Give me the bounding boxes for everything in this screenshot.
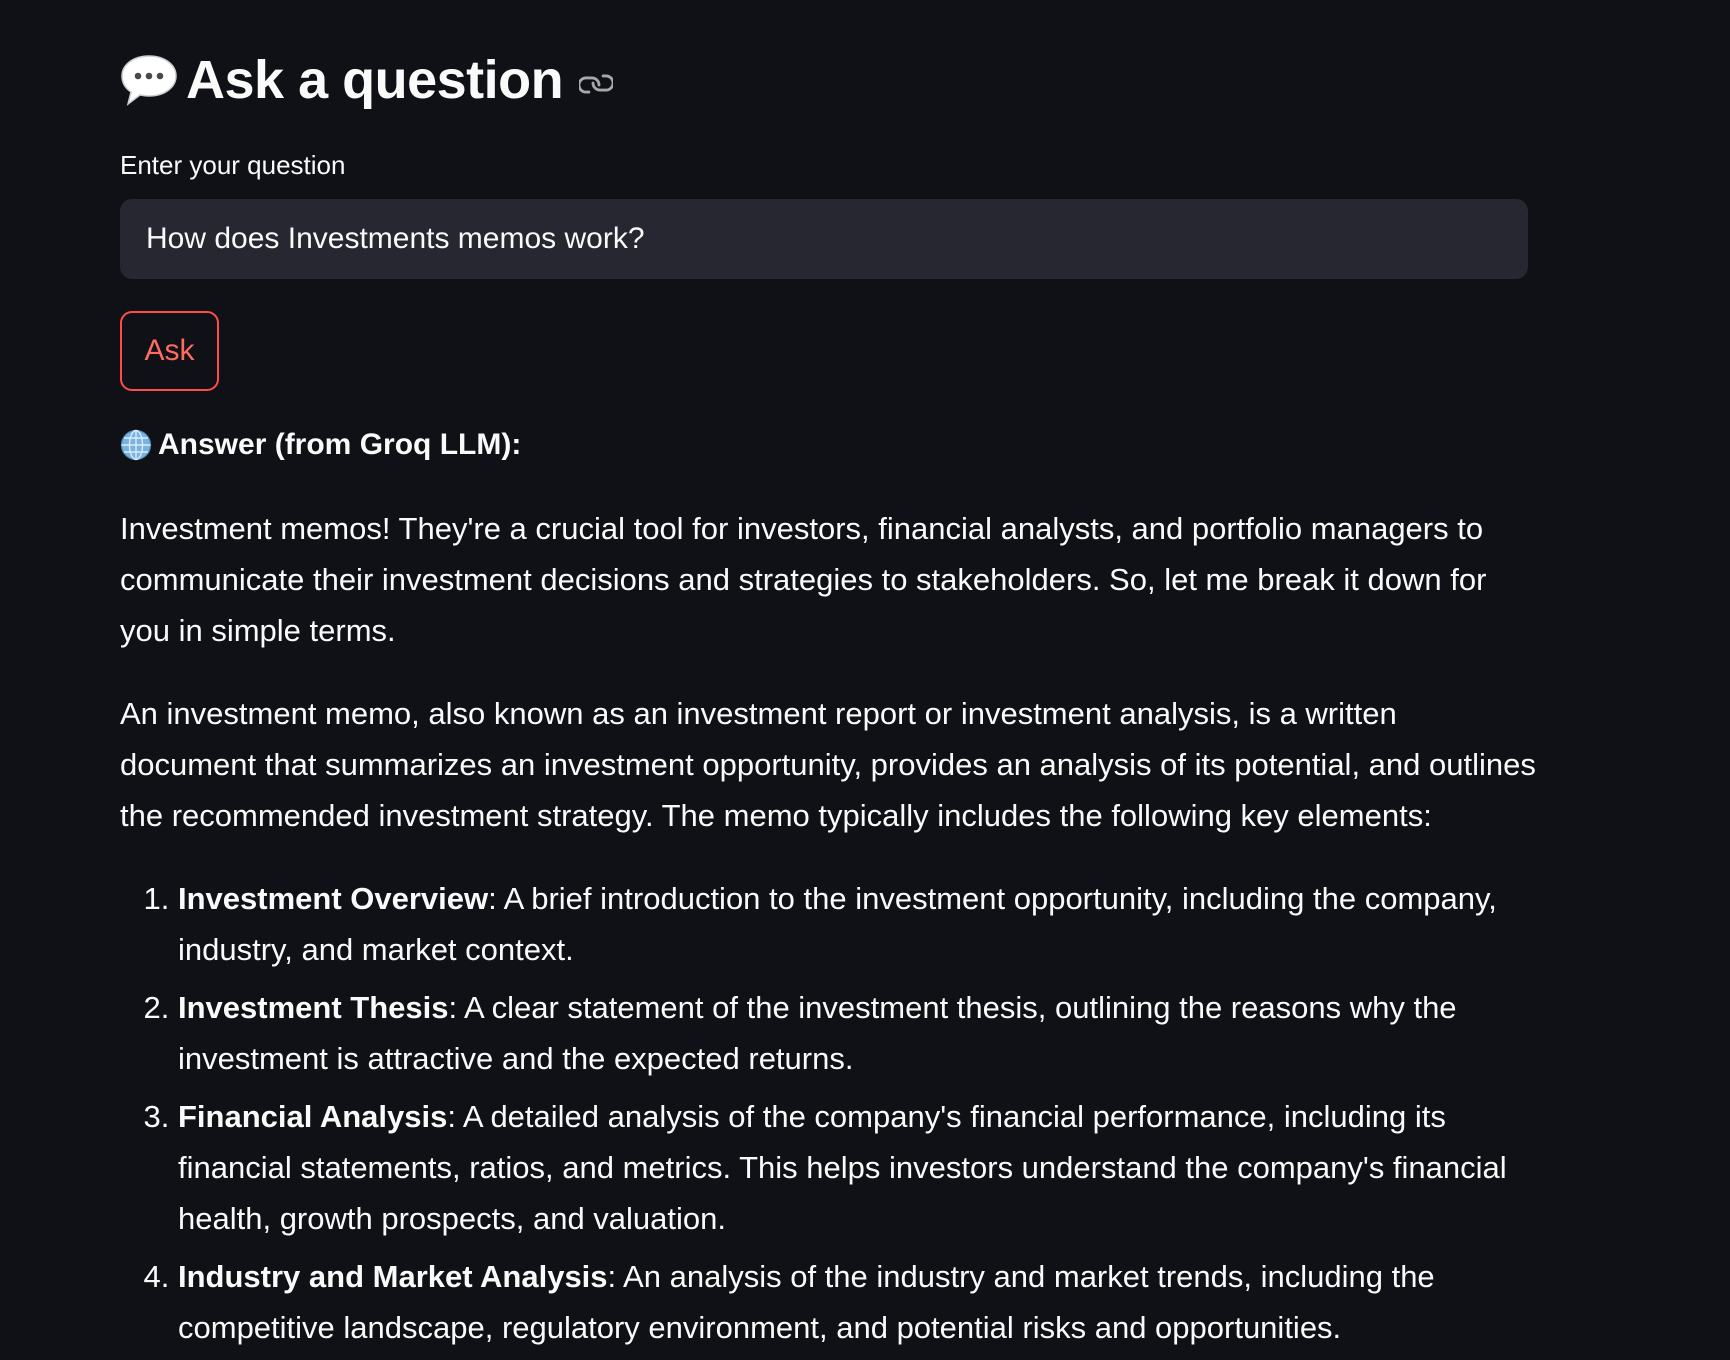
page-title: Ask a question [186,50,564,110]
title-row: Ask a question [120,40,615,120]
list-item-term: Industry and Market Analysis [178,1259,608,1294]
globe-icon [120,429,152,461]
key-elements-list: Investment Overview: A brief introductio… [120,873,1540,1353]
link-icon[interactable] [577,67,615,101]
list-item-term: Investment Thesis [178,990,449,1025]
answer-heading: Answer (from Groq LLM): [120,428,521,462]
list-item: Investment Overview: A brief introductio… [178,873,1540,975]
list-item-term: Investment Overview [178,881,489,916]
list-item: Investment Thesis: A clear statement of … [178,982,1540,1084]
speech-balloon-icon [120,51,178,109]
answer-body: Investment memos! They're a crucial tool… [120,503,1540,1360]
answer-heading-text: Answer (from Groq LLM): [158,428,522,461]
answer-paragraph: Investment memos! They're a crucial tool… [120,511,1487,648]
answer-paragraph: An investment memo, also known as an inv… [120,696,1536,833]
ask-button[interactable]: Ask [120,311,219,391]
question-label: Enter your question [120,150,346,180]
question-input[interactable] [120,199,1528,279]
list-item-term: Financial Analysis [178,1099,448,1134]
list-item: Industry and Market Analysis: An analysi… [178,1251,1540,1353]
list-item: Financial Analysis: A detailed analysis … [178,1091,1540,1244]
